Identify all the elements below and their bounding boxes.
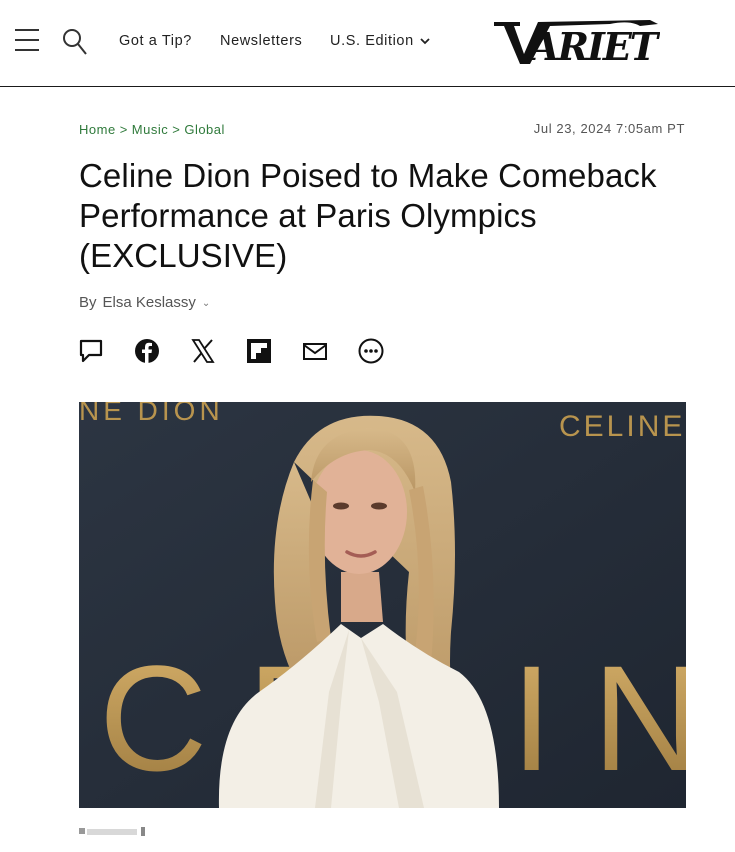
breadcrumb-global[interactable]: Global	[184, 122, 225, 137]
backdrop-text-left: NE DION	[79, 402, 224, 426]
edition-dropdown[interactable]: U.S. Edition	[330, 33, 430, 49]
breadcrumb-home[interactable]: Home	[79, 122, 116, 137]
facebook-icon[interactable]	[134, 338, 160, 364]
more-icon[interactable]	[358, 338, 384, 364]
flipboard-icon[interactable]	[246, 338, 272, 364]
breadcrumb-separator: >	[172, 122, 181, 137]
byline[interactable]: By Elsa Keslassy ⌄	[79, 294, 210, 311]
publish-date: Jul 23, 2024 7:05am PT	[533, 121, 685, 136]
byline-prefix: By	[79, 294, 97, 311]
email-icon[interactable]	[302, 338, 328, 364]
breadcrumb-separator: >	[119, 122, 128, 137]
article-title: Celine Dion Poised to Make Comeback Perf…	[79, 157, 657, 274]
image-credit-placeholder	[79, 827, 145, 836]
variety-logo[interactable]: ARIETY	[490, 16, 660, 68]
breadcrumb-music[interactable]: Music	[132, 122, 168, 137]
search-icon[interactable]	[62, 28, 88, 56]
breadcrumb: Home > Music > Global	[79, 122, 225, 137]
chevron-down-icon	[420, 38, 430, 45]
hamburger-menu-icon[interactable]	[15, 29, 39, 51]
x-icon[interactable]	[190, 338, 216, 364]
comment-icon[interactable]	[78, 338, 104, 364]
got-a-tip-link[interactable]: Got a Tip?	[119, 33, 192, 49]
site-header: Got a Tip? Newsletters U.S. Edition ARIE…	[0, 0, 735, 87]
edition-label: U.S. Edition	[330, 33, 414, 49]
backdrop-text-right: CELINE	[559, 410, 685, 443]
chevron-down-icon: ⌄	[201, 298, 211, 309]
author-name[interactable]: Elsa Keslassy	[103, 294, 196, 311]
hero-image: NE DION CELINE CELINE	[79, 402, 686, 808]
newsletters-link[interactable]: Newsletters	[220, 33, 302, 49]
svg-text:ARIETY: ARIETY	[527, 24, 660, 68]
